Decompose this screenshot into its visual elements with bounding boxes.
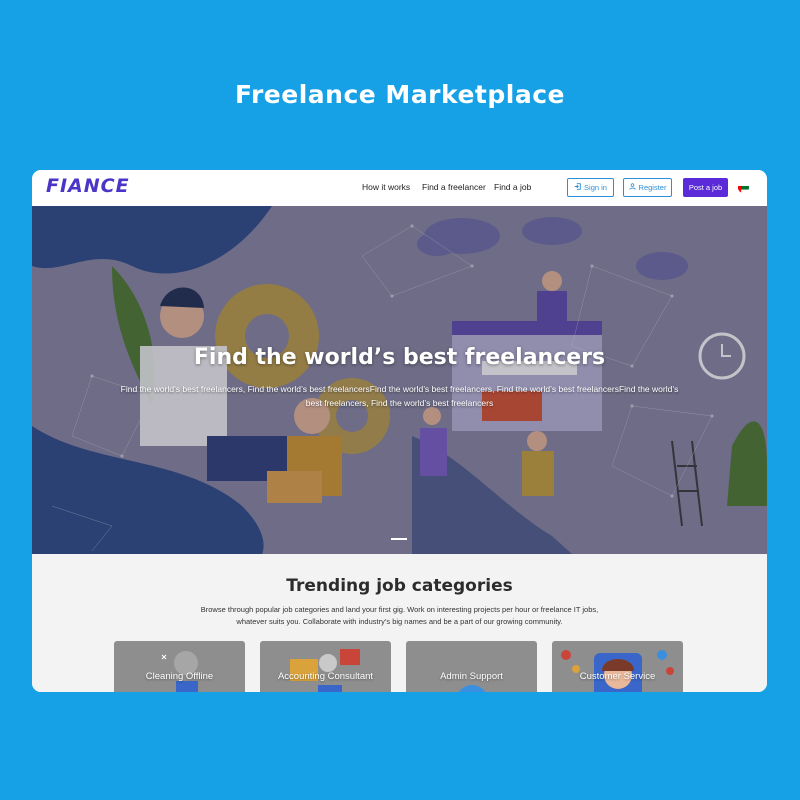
hero-subtitle: Find the world’s best freelancers, Find … [120, 384, 679, 408]
category-card-admin[interactable]: Admin Support [406, 641, 537, 692]
section-title: Trending job categories [286, 576, 513, 596]
sign-in-button[interactable]: Sign in [567, 178, 614, 197]
nav-link-find-job[interactable]: Find a job [494, 182, 531, 192]
hero-banner: Find the world’s best freelancers Find t… [32, 206, 767, 554]
section-description: Browse through popular job categories an… [200, 605, 599, 626]
register-button[interactable]: Register [623, 178, 672, 197]
sign-in-label: Sign in [584, 183, 607, 192]
site-logo[interactable]: FIANCE [46, 175, 130, 197]
category-card-accounting[interactable]: Accounting Consultant [260, 641, 391, 692]
user-icon [628, 183, 636, 192]
nav-link-how-it-works[interactable]: How it works [362, 182, 410, 192]
uae-flag-icon[interactable] [738, 182, 749, 193]
hero-title: Find the world’s best freelancers [193, 345, 606, 370]
hero-overlay [32, 206, 767, 554]
post-job-button[interactable]: Post a job [683, 178, 728, 197]
top-navbar: FIANCE How it works Find a freelancer Fi… [32, 170, 767, 206]
cleaning-icon [161, 651, 198, 692]
nav-link-find-freelancer[interactable]: Find a freelancer [422, 182, 486, 192]
category-card-cleaning[interactable]: Cleaning Offline [114, 641, 245, 692]
admin-icon [458, 685, 486, 692]
register-label: Register [638, 183, 667, 192]
customer-service-icon [561, 650, 674, 692]
category-label: Accounting Consultant [277, 671, 374, 682]
browser-window: FIANCE How it works Find a freelancer Fi… [32, 170, 767, 692]
page-title: Freelance Marketplace [235, 80, 565, 109]
accounting-icon [290, 649, 360, 692]
category-label: Cleaning Offline [145, 671, 214, 682]
sign-in-icon [574, 183, 581, 192]
category-label: Admin Support [440, 671, 503, 682]
category-card-customer-service[interactable]: Customer Service [552, 641, 683, 692]
carousel-indicator[interactable] [391, 538, 407, 540]
trending-categories-section: Trending job categories Browse through p… [32, 554, 767, 692]
category-label: Customer Service [579, 671, 656, 682]
